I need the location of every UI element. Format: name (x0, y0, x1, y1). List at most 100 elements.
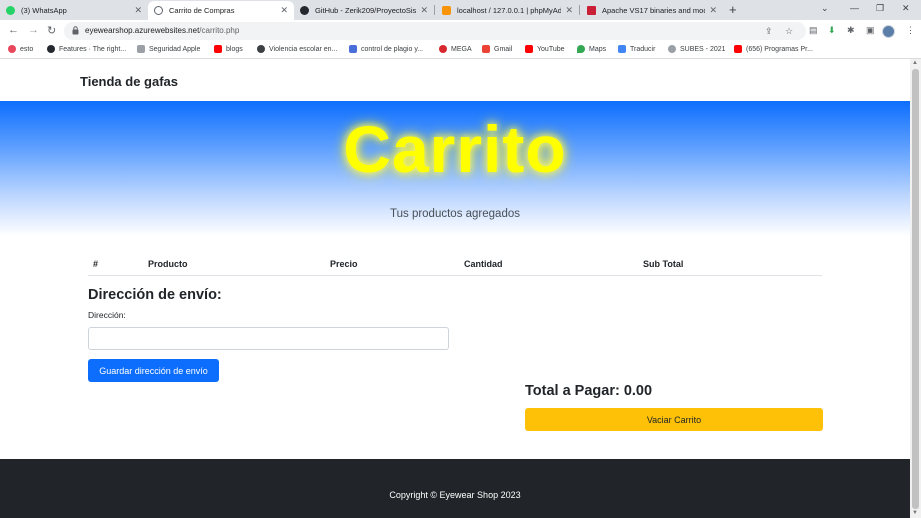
page-scrollbar[interactable]: ▲ ▼ (910, 59, 921, 518)
github-icon (47, 45, 55, 53)
maximize-icon[interactable]: ❐ (876, 3, 884, 14)
tab-strip: (3) WhatsApp ✕ Carrito de Compras ✕ GitH… (0, 0, 921, 20)
hero-banner: Carrito Tus productos agregados (0, 101, 910, 236)
bookmark-item[interactable]: Traducir (618, 45, 655, 53)
github-icon (300, 6, 309, 15)
youtube-icon (214, 45, 222, 53)
url-host: eyewearshop.azurewebsites.net (85, 26, 200, 35)
address-bar[interactable]: eyewearshop.azurewebsites.net/carrito.ph… (64, 22, 806, 40)
save-address-button[interactable]: Guardar dirección de envío (88, 359, 219, 382)
tab-title: (3) WhatsApp (21, 6, 67, 15)
heart-icon (8, 45, 16, 53)
tab-whatsapp[interactable]: (3) WhatsApp ✕ (0, 1, 148, 20)
youtube-icon (525, 45, 533, 53)
cart-table-header: # Producto Precio Cantidad Sub Total (88, 255, 822, 276)
extension-icon[interactable]: ▤ (809, 25, 818, 36)
mega-icon (439, 45, 447, 53)
scroll-down-icon[interactable]: ▼ (912, 510, 918, 516)
bookmark-item[interactable]: Maps (577, 45, 606, 53)
bookmark-item[interactable]: Gmail (482, 45, 512, 53)
tab-title: GitHub - Zerik209/ProyectoSisDi (315, 6, 417, 15)
site-footer: Copyright © Eyewear Shop 2023 (0, 459, 910, 518)
site-brand-link[interactable]: Tienda de gafas (80, 74, 178, 89)
scrollbar-thumb[interactable] (912, 69, 919, 509)
bookmark-label: Seguridad Apple (149, 45, 201, 53)
menu-icon[interactable]: ⋮ (906, 25, 915, 36)
bookmarks-bar: esto Features · The right... Seguridad A… (0, 42, 921, 59)
bookmark-item[interactable]: Seguridad Apple (137, 45, 200, 53)
minimize-icon[interactable]: — (850, 3, 859, 13)
apache-icon (587, 6, 596, 15)
bookmark-item[interactable]: YouTube (525, 45, 565, 53)
subes-icon (668, 45, 676, 53)
bookmark-label: (656) Programas Pr... (746, 45, 813, 53)
tab-title: Carrito de Compras (169, 6, 235, 15)
shipping-title: Dirección de envío: (88, 287, 222, 303)
lock-icon (72, 26, 79, 35)
download-icon[interactable]: ⬇ (828, 25, 836, 36)
back-icon[interactable]: ← (8, 24, 19, 36)
globe-icon (257, 45, 265, 53)
tab-title: localhost / 127.0.0.1 | phpMyAdm (457, 6, 562, 15)
bookmark-label: Violencia escolar en... (269, 45, 338, 53)
bookmark-star-icon[interactable]: ☆ (785, 26, 793, 37)
forward-icon[interactable]: → (28, 24, 39, 36)
apple-icon (137, 45, 145, 53)
bookmark-label: control de plagio y... (361, 45, 424, 53)
bookmark-label: SUBES - 2021 (680, 45, 726, 53)
browser-toolbar: ← → ↻ eyewearshop.azurewebsites.net/carr… (0, 20, 921, 42)
tab-search-icon[interactable]: ⌄ (821, 3, 829, 14)
bookmark-item[interactable]: control de plagio y... (349, 45, 423, 53)
tab-apache[interactable]: Apache VS17 binaries and modu ✕ (581, 1, 723, 20)
globe-icon (154, 6, 163, 15)
bookmark-item[interactable]: esto (8, 45, 33, 53)
url-path: /carrito.php (199, 26, 240, 35)
close-icon[interactable]: ✕ (134, 5, 142, 16)
scroll-up-icon[interactable]: ▲ (912, 60, 918, 66)
bookmark-item[interactable]: Features · The right... (47, 45, 126, 53)
translate-icon (618, 45, 626, 53)
puzzle-icon[interactable]: ✱ (847, 25, 855, 36)
tab-github[interactable]: GitHub - Zerik209/ProyectoSisDi ✕ (294, 1, 434, 20)
total-to-pay: Total a Pagar: 0.00 (525, 383, 653, 399)
sidepanel-icon[interactable]: ▣ (866, 25, 875, 36)
bookmark-item[interactable]: (656) Programas Pr... (734, 45, 813, 53)
youtube-icon (734, 45, 742, 53)
bookmark-label: YouTube (537, 45, 565, 53)
bookmark-label: Traducir (630, 45, 656, 53)
close-icon[interactable]: ✕ (709, 5, 717, 16)
phpmyadmin-icon (442, 6, 451, 15)
profile-avatar[interactable] (882, 25, 895, 38)
bookmark-label: MEGA (451, 45, 472, 53)
site-navbar: Tienda de gafas (0, 59, 910, 101)
close-window-icon[interactable]: ✕ (902, 3, 910, 14)
url-text: eyewearshop.azurewebsites.net/carrito.ph… (85, 26, 239, 35)
column-header-subtotal: Sub Total (643, 259, 684, 269)
bookmark-label: Maps (589, 45, 607, 53)
address-input[interactable] (88, 327, 449, 350)
bookmark-label: Features · The right... (59, 45, 127, 53)
footer-copyright: Copyright © Eyewear Shop 2023 (389, 490, 521, 500)
tab-title: Apache VS17 binaries and modu (602, 6, 706, 15)
tab-phpmyadmin[interactable]: localhost / 127.0.0.1 | phpMyAdm ✕ (436, 1, 579, 20)
close-icon[interactable]: ✕ (565, 5, 573, 16)
page-subtitle: Tus productos agregados (390, 208, 520, 220)
tab-divider (579, 5, 580, 15)
tab-carrito[interactable]: Carrito de Compras ✕ (148, 1, 294, 20)
bookmark-label: blogs (226, 45, 243, 53)
address-label: Dirección: (88, 310, 126, 320)
tab-divider (434, 5, 435, 15)
gmail-icon (482, 45, 490, 53)
bookmark-item[interactable]: MEGA (439, 45, 472, 53)
close-icon[interactable]: ✕ (280, 5, 288, 16)
close-icon[interactable]: ✕ (420, 5, 428, 16)
bookmark-item[interactable]: Violencia escolar en... (257, 45, 337, 53)
bookmark-item[interactable]: SUBES - 2021 (668, 45, 726, 53)
new-tab-button[interactable]: + (729, 2, 737, 17)
bookmark-item[interactable]: blogs (214, 45, 243, 53)
column-header-number: # (93, 259, 99, 269)
share-icon[interactable]: ⇪ (765, 26, 773, 37)
column-header-quantity: Cantidad (464, 259, 503, 269)
empty-cart-button[interactable]: Vaciar Carrito (525, 408, 823, 431)
reload-icon[interactable]: ↻ (47, 24, 56, 37)
